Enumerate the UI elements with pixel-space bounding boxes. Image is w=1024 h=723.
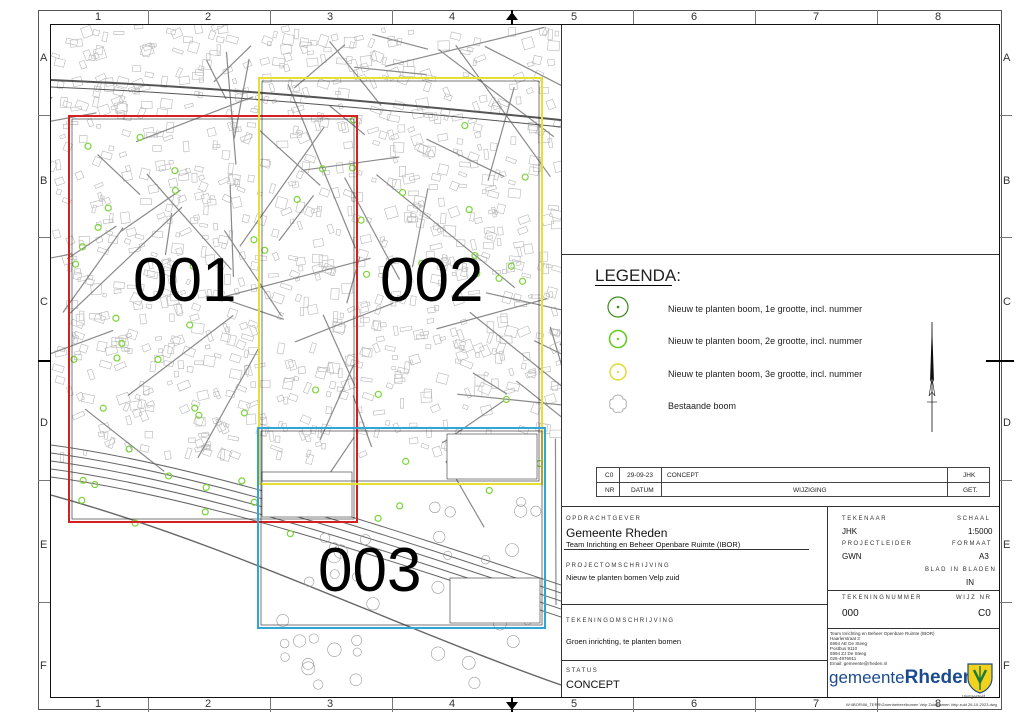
zone-boundary-001[interactable] — [68, 115, 358, 523]
revision-number-value: C0 — [978, 608, 991, 619]
client-name: Gemeente Rheden — [566, 526, 668, 540]
legend-top-divider — [561, 254, 999, 255]
tree-size-3-icon — [609, 363, 627, 381]
zone-mini-title-block — [449, 577, 541, 624]
revision-header-code: NR — [605, 487, 615, 494]
logo-prefix: gemeente — [829, 668, 905, 687]
sheet-label: BLAD IN BLADEN — [925, 567, 997, 573]
table-divider — [619, 468, 620, 496]
drawing-label: TEKENINGOMSCHRIJVING — [566, 618, 675, 624]
status-label: STATUS — [566, 668, 599, 674]
revision-header-date: DATUM — [631, 487, 654, 494]
gemeente-rheden-logo: gemeenteRheden — [829, 667, 974, 689]
municipal-shield-icon — [967, 663, 993, 694]
zone-label-003: 003 — [318, 536, 422, 605]
existing-tree-icon — [609, 394, 627, 413]
client-department: Team Inrichting en Beheer Openbare Ruimt… — [566, 540, 741, 549]
revision-description: CONCEPT — [667, 472, 699, 479]
title-block-divider — [561, 506, 999, 507]
format-value: A3 — [979, 552, 989, 561]
tree-size-2-icon — [608, 329, 628, 349]
underline — [564, 549, 809, 550]
title-block-divider — [827, 628, 828, 697]
file-path: W:\IBOR\06_TERR\Groenbeheer\bomen Velp Z… — [846, 702, 997, 707]
project-description: Nieuw te planten bomen Velp zuid — [566, 573, 680, 582]
sheet-value: IN — [966, 578, 974, 587]
drawer-label: TEKENAAR — [842, 516, 888, 522]
legend-item-label: Bestaande boom — [668, 401, 737, 411]
tree-size-1-icon — [607, 296, 629, 318]
revision-header-initials: GET. — [963, 487, 978, 494]
revision-date: 29-09-23 — [627, 472, 654, 479]
drawing-description: Groen inrichting, te planten bomen — [566, 637, 682, 646]
title-block-divider — [827, 628, 999, 629]
revision-initials: JHK — [963, 472, 976, 479]
legend-title: LEGENDA: — [595, 266, 681, 285]
zone-label-002: 002 — [380, 246, 484, 315]
project-leader-label: PROJECTLEIDER — [842, 541, 913, 547]
revision-code: C0 — [605, 472, 614, 479]
north-arrow-icon — [927, 322, 937, 432]
table-divider — [661, 468, 662, 496]
shield-caption: Vastgesteld — [962, 694, 986, 699]
table-divider — [947, 468, 948, 496]
zone-inner-frame — [71, 118, 355, 520]
revision-table: C0 29-09-23 CONCEPT JHK NR DATUM WIJZIGI… — [596, 467, 990, 497]
title-block-divider — [827, 506, 828, 628]
legend-title-underline — [595, 285, 672, 286]
zone-overlay — [68, 77, 546, 629]
scale-value: 1:5000 — [968, 527, 993, 536]
title-block-divider — [561, 660, 827, 661]
project-label: PROJECTOMSCHRIJVING — [566, 563, 671, 569]
legend-item-label: Nieuw te planten boom, 2e grootte, incl.… — [668, 336, 863, 346]
title-block-divider — [561, 604, 827, 605]
zone-label-001: 001 — [133, 246, 237, 315]
zone-mini-title-block — [446, 433, 538, 480]
legend-item-label: Nieuw te planten boom, 1e grootte, incl.… — [668, 304, 863, 314]
drawing-number-label: TEKENINGNUMMER — [842, 595, 923, 601]
drawing-number-value: 000 — [842, 608, 859, 619]
logo-name: Rheden — [904, 667, 975, 688]
revision-header-description: WIJZIGING — [793, 487, 827, 494]
panel-divider — [561, 25, 562, 697]
address-line: Email: gemeente@rheden.nl — [830, 661, 888, 666]
revision-number-label: WIJZ NR — [956, 595, 992, 601]
title-block-divider — [827, 590, 999, 591]
project-leader-value: GWN — [842, 552, 862, 561]
client-label: OPDRACHTGEVER — [566, 516, 642, 522]
drawer-value: JHK — [842, 527, 858, 536]
zone-mini-title-block — [261, 471, 353, 518]
status-value: CONCEPT — [566, 679, 620, 691]
legend-item-label: Nieuw te planten boom, 3e grootte, incl.… — [668, 369, 863, 379]
format-label: FORMAAT — [952, 541, 993, 547]
scale-label: SCHAAL — [957, 516, 991, 522]
